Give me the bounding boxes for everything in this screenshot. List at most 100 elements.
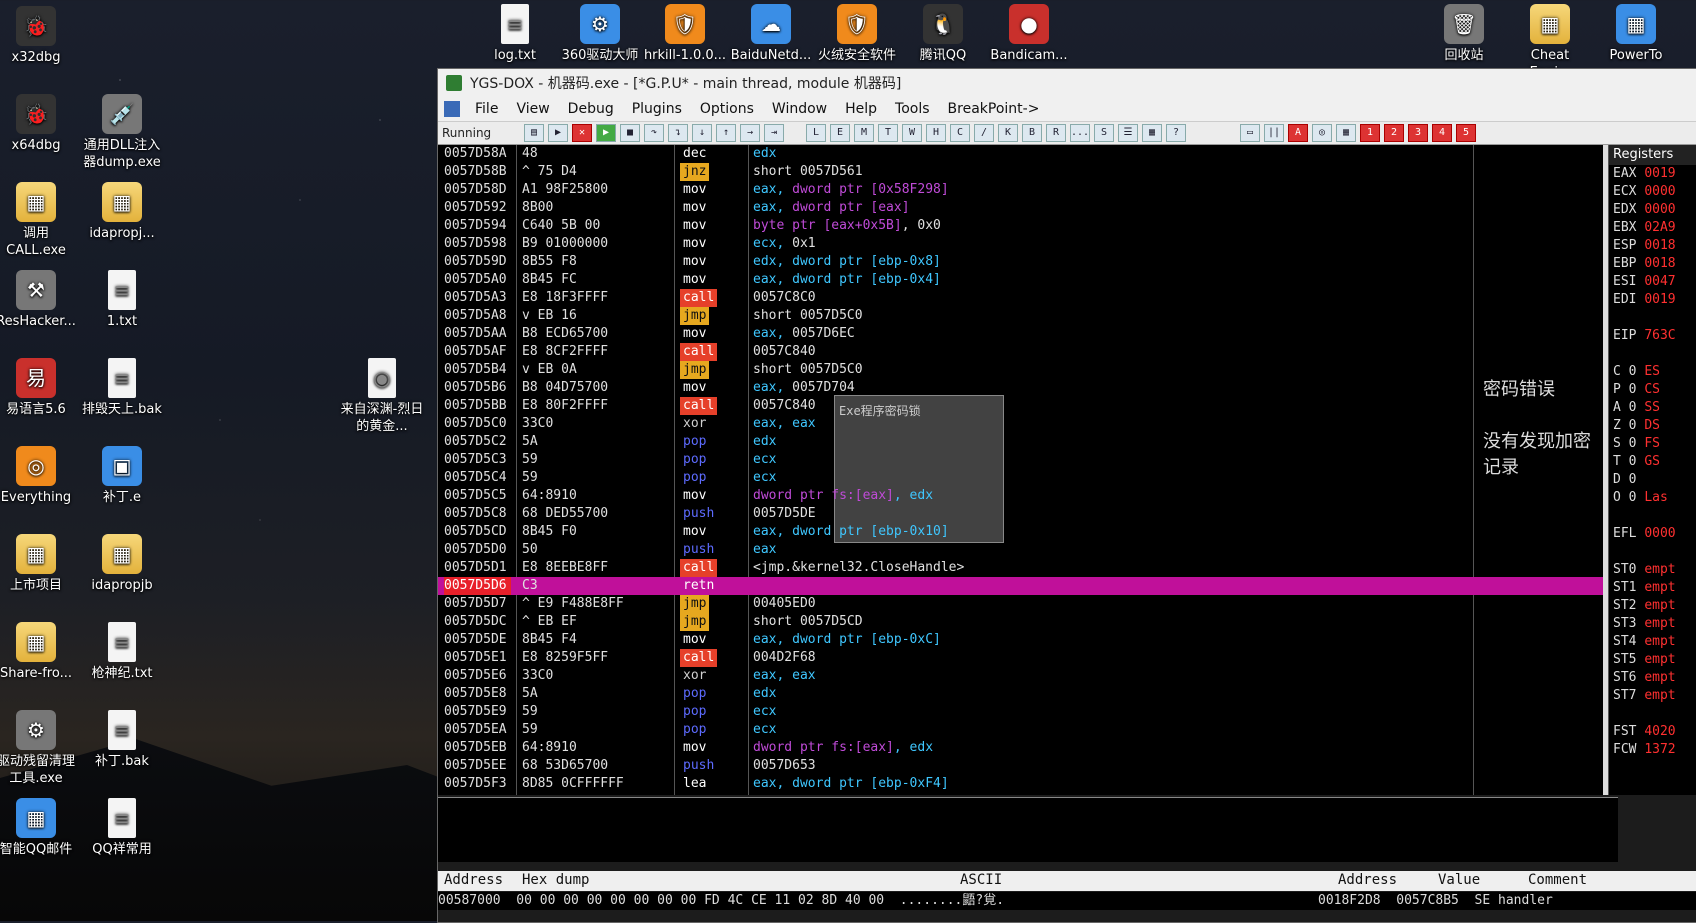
desktop-icon[interactable]: 🐧 腾讯QQ — [901, 4, 985, 64]
desktop-icon[interactable]: ◉ 来自深渊-烈日的黄金... — [340, 358, 424, 435]
desktop-icon[interactable]: ▦ Share-fro... — [0, 622, 78, 682]
register-row[interactable] — [1609, 309, 1696, 327]
desktop-icon[interactable]: ≡ 1.txt — [80, 270, 164, 330]
disassembly-pane[interactable]: 密码错误 没有发现加密记录 Exe程序密码锁 0057D58A 48 dec edx 0… — [438, 145, 1603, 795]
register-row[interactable]: ST5 empt — [1609, 651, 1696, 669]
register-row[interactable]: Z 0 DS — [1609, 417, 1696, 435]
disasm-row[interactable]: 0057D5AA B8 ECD65700 mov eax, 0057D6EC — [438, 325, 1603, 343]
toolbar-button[interactable]: ↓ — [692, 124, 712, 142]
disasm-row[interactable]: 0057D598 B9 01000000 mov ecx, 0x1 — [438, 235, 1603, 253]
register-row[interactable]: ESP 0018 — [1609, 237, 1696, 255]
disasm-row[interactable]: 0057D5D7 ^ E9 F488E8FF jmp 00405ED0 — [438, 595, 1603, 613]
register-row[interactable]: EBP 0018 — [1609, 255, 1696, 273]
desktop-icon[interactable]: ▦ idapropjb — [80, 534, 164, 594]
toolbar-button[interactable]: ■ — [620, 124, 640, 142]
system-menu-icon[interactable] — [444, 101, 460, 117]
desktop-icon[interactable]: ≡ log.txt — [473, 4, 557, 64]
disasm-row[interactable]: 0057D5C3 59 pop ecx — [438, 451, 1603, 469]
register-row[interactable] — [1609, 507, 1696, 525]
register-row[interactable]: P 0 CS — [1609, 381, 1696, 399]
desktop-icon[interactable]: 🛡 火绒安全软件 — [815, 4, 899, 64]
desktop-icon[interactable]: ▦ idapropj... — [80, 182, 164, 242]
disasm-row[interactable]: 0057D5BB E8 80F2FFFF call 0057C840 — [438, 397, 1603, 415]
toolbar-button[interactable]: ◎ — [1312, 124, 1332, 142]
toolbar-button[interactable]: ? — [1166, 124, 1186, 142]
desktop-icon[interactable]: ● Bandicam... — [987, 4, 1071, 64]
toolbar-button[interactable]: 1 — [1360, 124, 1380, 142]
menu-item[interactable]: File — [466, 101, 507, 117]
desktop-icon[interactable]: ◎ Everything — [0, 446, 78, 506]
toolbar-button[interactable]: S — [1094, 124, 1114, 142]
desktop-icon[interactable]: 🐞 x32dbg — [0, 6, 78, 66]
toolbar-button[interactable]: || — [1264, 124, 1284, 142]
menu-item[interactable]: Debug — [559, 101, 623, 117]
desktop-icon[interactable]: ▦ 上市项目 — [0, 534, 78, 594]
desktop-icon[interactable]: 易易语言5.6 — [0, 358, 78, 418]
disasm-row[interactable]: 0057D5E1 E8 8259F5FF call 004D2F68 — [438, 649, 1603, 667]
desktop-icon[interactable]: ▦ PowerTo — [1598, 4, 1674, 64]
menu-item[interactable]: Window — [763, 101, 836, 117]
register-row[interactable]: ST7 empt — [1609, 687, 1696, 705]
register-row[interactable]: D 0 — [1609, 471, 1696, 489]
disasm-row[interactable]: 0057D5C2 5A pop edx — [438, 433, 1603, 451]
toolbar-button[interactable]: L — [806, 124, 826, 142]
disasm-row[interactable]: 0057D5EE 68 53D65700 push 0057D653 — [438, 757, 1603, 775]
desktop-icon[interactable]: ☁ BaiduNetd... — [729, 4, 813, 64]
menu-item[interactable]: Help — [836, 101, 886, 117]
desktop-icon[interactable]: ▦ 调用CALL.exe — [0, 182, 78, 259]
register-row[interactable]: EAX 0019 — [1609, 165, 1696, 183]
disasm-row[interactable]: 0057D5C0 33C0 xor eax, eax — [438, 415, 1603, 433]
toolbar-button[interactable]: ☰ — [1118, 124, 1138, 142]
disasm-row[interactable]: 0057D5DC ^ EB EF jmp short 0057D5CD — [438, 613, 1603, 631]
disasm-row[interactable]: 0057D58A 48 dec edx — [438, 145, 1603, 163]
register-row[interactable]: FCW 1372 — [1609, 741, 1696, 759]
menu-item[interactable]: BreakPoint-> — [939, 101, 1049, 117]
register-row[interactable]: ST1 empt — [1609, 579, 1696, 597]
register-row[interactable]: ST2 empt — [1609, 597, 1696, 615]
disasm-row[interactable]: 0057D5B6 B8 04D75700 mov eax, 0057D704 — [438, 379, 1603, 397]
desktop-icon[interactable]: ≡ 补丁.bak — [80, 710, 164, 770]
register-row[interactable]: EIP 763C — [1609, 327, 1696, 345]
toolbar-button[interactable]: ↑ — [716, 124, 736, 142]
toolbar-button[interactable]: ▤ — [524, 124, 544, 142]
menu-item[interactable]: View — [507, 101, 558, 117]
register-row[interactable] — [1609, 345, 1696, 363]
register-row[interactable] — [1609, 543, 1696, 561]
desktop-icon[interactable]: 🐞 x64dbg — [0, 94, 78, 154]
disasm-row[interactable]: 0057D5CD 8B45 F0 mov eax, dword ptr [ebp-0x… — [438, 523, 1603, 541]
desktop-icon[interactable]: ⚙ 驱动残留清理工具.exe — [0, 710, 78, 787]
toolbar-button[interactable]: E — [830, 124, 850, 142]
dump-row[interactable]: 00587000 00 00 00 00 00 00 00 00 FD 4C C… — [438, 892, 1318, 910]
disasm-row[interactable]: 0057D5D6 C3 retn — [438, 577, 1603, 595]
register-row[interactable]: ST3 empt — [1609, 615, 1696, 633]
toolbar-button[interactable]: M — [854, 124, 874, 142]
register-row[interactable]: ESI 0047 — [1609, 273, 1696, 291]
disasm-row[interactable]: 0057D5C8 68 DED55700 push 0057D5DE — [438, 505, 1603, 523]
toolbar-button[interactable]: B — [1022, 124, 1042, 142]
disasm-row[interactable]: 0057D594 C640 5B 00 mov byte ptr [eax+0x5B]… — [438, 217, 1603, 235]
disasm-row[interactable]: 0057D5D1 E8 8EEBE8FF call <jmp.&kernel32.Cl… — [438, 559, 1603, 577]
register-row[interactable]: S 0 FS — [1609, 435, 1696, 453]
toolbar-button[interactable]: ↴ — [668, 124, 688, 142]
register-row[interactable]: C 0 ES — [1609, 363, 1696, 381]
toolbar-button[interactable]: ... — [1070, 124, 1090, 142]
disasm-row[interactable]: 0057D59D 8B55 F8 mov edx, dword ptr [ebp-0x… — [438, 253, 1603, 271]
register-row[interactable]: ECX 0000 — [1609, 183, 1696, 201]
desktop-icon[interactable]: ≡ QQ祥常用 — [80, 798, 164, 858]
registers-pane[interactable]: Registers EAX 0019 ECX 0000 EDX 0000 EBX 02… — [1608, 145, 1696, 795]
desktop-icon[interactable]: ≡ 排毁天上.bak — [80, 358, 164, 418]
toolbar-button[interactable]: ▶ — [548, 124, 568, 142]
toolbar-button[interactable]: → — [740, 124, 760, 142]
toolbar-button[interactable]: 3 — [1408, 124, 1428, 142]
disasm-row[interactable]: 0057D5F3 8D85 0CFFFFFF lea eax, dword ptr [… — [438, 775, 1603, 793]
desktop-icon[interactable]: ▣ 补丁.e — [80, 446, 164, 506]
toolbar-button[interactable]: ▶ — [596, 124, 616, 142]
desktop-icon[interactable]: ⚙ 360驱动大师 — [558, 4, 642, 64]
desktop-icon[interactable]: ⚒ ResHacker... — [0, 270, 78, 330]
disasm-row[interactable]: 0057D592 8B00 mov eax, dword ptr [eax] — [438, 199, 1603, 217]
register-row[interactable]: EBX 02A9 — [1609, 219, 1696, 237]
toolbar-button[interactable]: / — [974, 124, 994, 142]
disasm-row[interactable]: 0057D5DE 8B45 F4 mov eax, dword ptr [ebp-0x… — [438, 631, 1603, 649]
disasm-row[interactable]: 0057D5A8 v EB 16 jmp short 0057D5C0 — [438, 307, 1603, 325]
toolbar-button[interactable]: 2 — [1384, 124, 1404, 142]
